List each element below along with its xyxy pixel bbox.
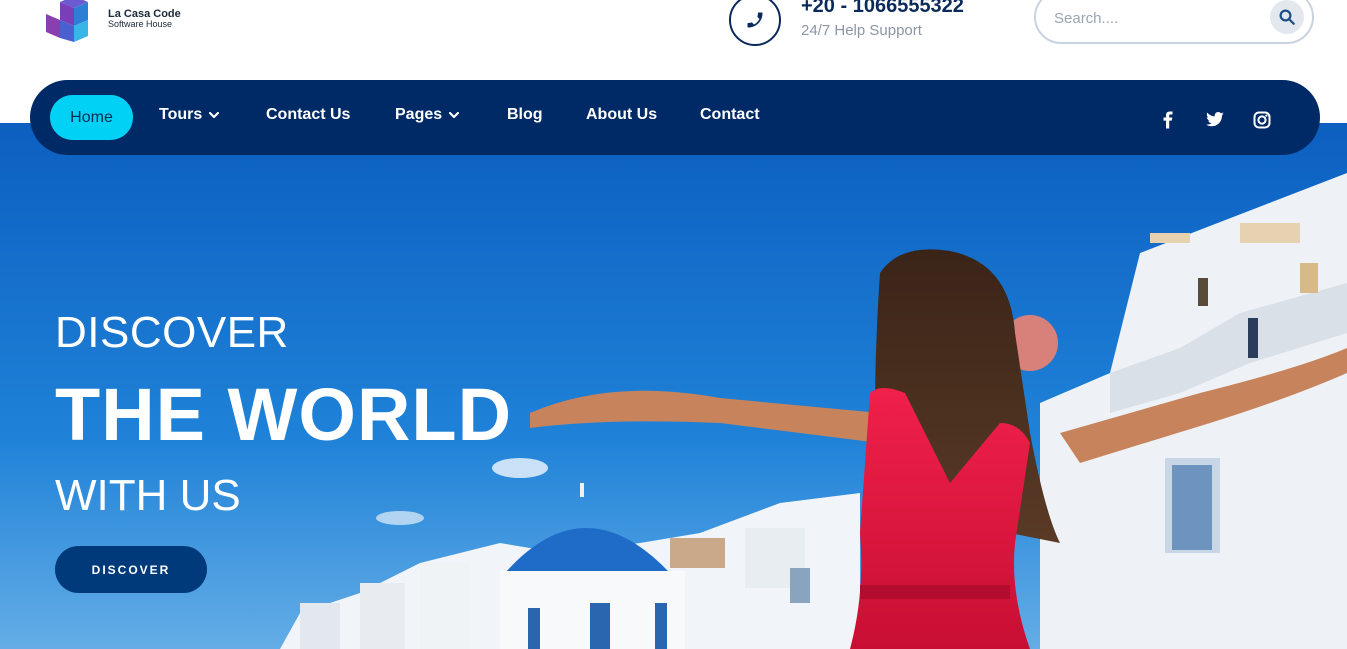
instagram-icon[interactable] [1252,110,1272,130]
phone-handset-icon [747,12,763,28]
hero-heading-with-us: WITH US [55,471,241,520]
nav-pages-label: Pages [395,106,443,123]
nav-tours-label: Tours [159,106,203,123]
brand-tagline: Software House [108,19,173,30]
chevron-down-icon [209,111,220,119]
chevron-down-icon [449,111,460,119]
nav-contact[interactable]: Contact [700,106,760,124]
phone-number[interactable]: +20 - 1066555322 [801,0,964,18]
nav-about-us[interactable]: About Us [586,106,657,124]
facebook-icon[interactable] [1158,110,1178,130]
search-input[interactable] [1054,6,1254,30]
search-box [1034,0,1314,44]
search-icon [1279,9,1295,25]
nav-contact-us[interactable]: Contact Us [266,106,350,124]
help-support-text: 24/7 Help Support [801,22,922,39]
hero-heading-discover: DISCOVER [55,308,289,357]
nav-tours[interactable]: Tours [159,106,220,124]
twitter-icon[interactable] [1205,110,1225,130]
nav-blog[interactable]: Blog [507,106,543,124]
hero-heading-world: THE WORLD [55,373,513,456]
nav-home[interactable]: Home [50,95,133,140]
logo-cube-icon [46,0,88,42]
logo[interactable]: La Casa Code Software House [44,0,181,42]
phone-icon[interactable] [729,0,781,46]
discover-button[interactable]: DISCOVER [55,546,207,593]
nav-pages[interactable]: Pages [395,106,460,124]
main-navigation: Home Tours Contact Us Pages Blog About U… [30,80,1320,155]
search-button[interactable] [1270,0,1304,34]
site-header: La Casa Code Software House +20 - 106655… [0,0,1347,80]
